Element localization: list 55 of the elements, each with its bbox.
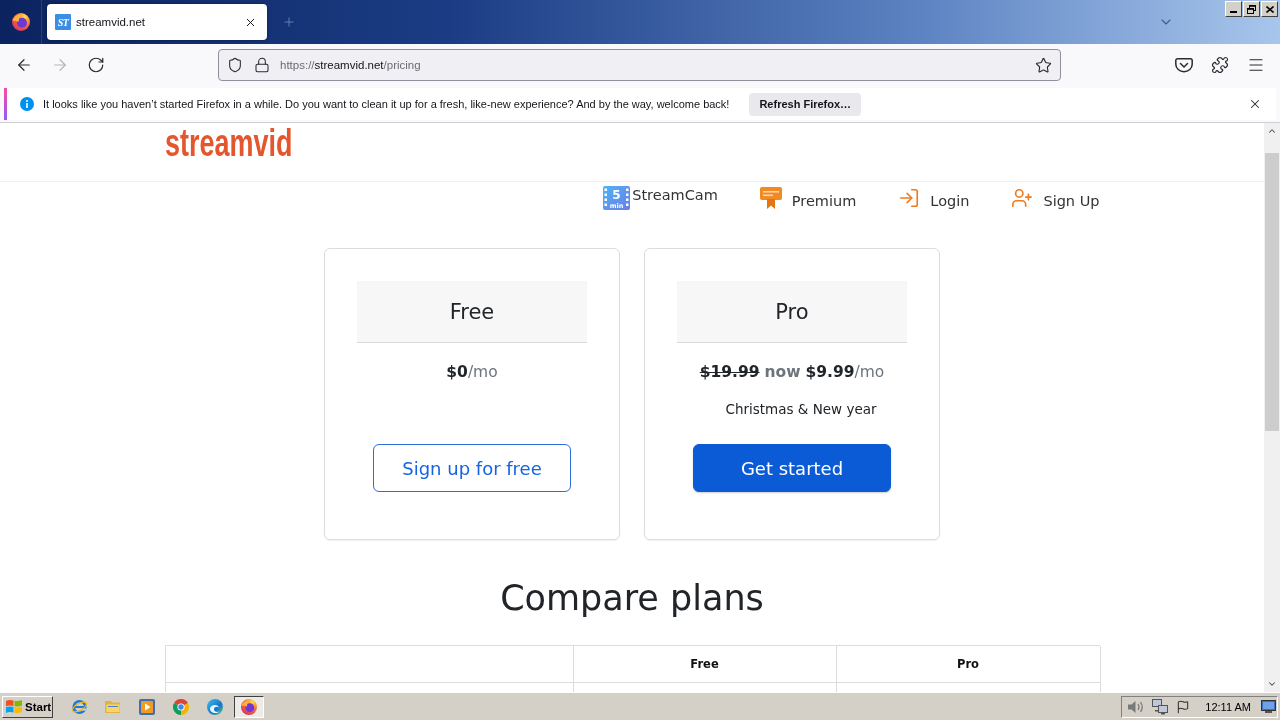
nav-link[interactable]: Login <box>898 187 970 209</box>
restore-button[interactable] <box>1243 1 1260 17</box>
user-add-icon <box>1011 187 1034 209</box>
menu-icon[interactable] <box>1247 56 1265 74</box>
start-button[interactable]: Start <box>2 695 53 718</box>
column-header: Pro <box>836 646 1101 683</box>
waving-flag-icon <box>6 699 22 714</box>
flag-icon[interactable] <box>1176 699 1191 714</box>
column-header: Free <box>573 646 837 683</box>
certificate-icon <box>759 187 782 209</box>
fox-globe-icon[interactable] <box>11 13 30 31</box>
lock-icon[interactable] <box>254 57 270 73</box>
notification-message: It looks like you haven’t started Firefox in a while. Do you want to clean it up for a fresh, like-new experience? And by the way, welcome back! <box>43 98 730 110</box>
plan-button[interactable]: Get started <box>693 444 891 492</box>
plan-header: Pro <box>677 281 907 343</box>
desktop-icon[interactable] <box>1261 700 1276 713</box>
chevron-down-icon[interactable] <box>1267 679 1277 689</box>
close-icon <box>1265 5 1274 13</box>
promo-note: Christmas & New year <box>725 401 877 417</box>
pocket-icon[interactable] <box>1175 56 1193 74</box>
browser-tab[interactable]: ST streamvid.net <box>47 4 267 40</box>
clock: 12:11 AM <box>1205 700 1251 713</box>
minimize-button[interactable] <box>1225 1 1242 17</box>
minimize-icon <box>1230 11 1237 13</box>
segmented-circle-icon <box>173 698 189 715</box>
nav-link[interactable]: Sign Up <box>1011 187 1100 209</box>
reload-icon[interactable] <box>87 56 105 74</box>
puzzle-icon[interactable] <box>1211 56 1229 74</box>
play-icon <box>139 698 155 715</box>
star-icon[interactable] <box>1035 56 1052 74</box>
taskbar-button[interactable] <box>234 695 264 718</box>
speaker-icon[interactable] <box>1128 699 1145 714</box>
site-logo[interactable]: streamvid <box>164 123 292 162</box>
swirl-icon <box>207 698 223 715</box>
address-bar[interactable]: https://streamvid.net/pricing <box>218 49 1061 81</box>
network-icon[interactable] <box>1152 698 1169 715</box>
price-text: $0/mo <box>446 362 498 383</box>
plan-button[interactable]: Sign up for free <box>373 444 571 492</box>
plan-header: Free <box>357 281 587 343</box>
login-icon <box>898 187 921 209</box>
shield-icon[interactable] <box>227 57 243 73</box>
fox-globe-icon <box>241 698 257 715</box>
favicon: ST <box>55 14 71 30</box>
info-icon <box>20 97 34 111</box>
close-button[interactable] <box>1261 1 1278 17</box>
restore-icon <box>1247 4 1256 14</box>
price-text: $19.99 now $9.99/mo <box>699 362 885 383</box>
e-globe-icon <box>70 698 88 715</box>
compare-heading: Compare plans <box>499 577 765 620</box>
nav-link[interactable]: Premium <box>759 187 857 209</box>
close-icon[interactable] <box>1248 97 1262 111</box>
folder-icon <box>105 699 121 714</box>
chevron-up-icon[interactable] <box>1267 126 1277 136</box>
scrollbar-thumb[interactable] <box>1265 153 1279 431</box>
refresh-button[interactable]: Refresh Firefox… <box>749 92 862 116</box>
